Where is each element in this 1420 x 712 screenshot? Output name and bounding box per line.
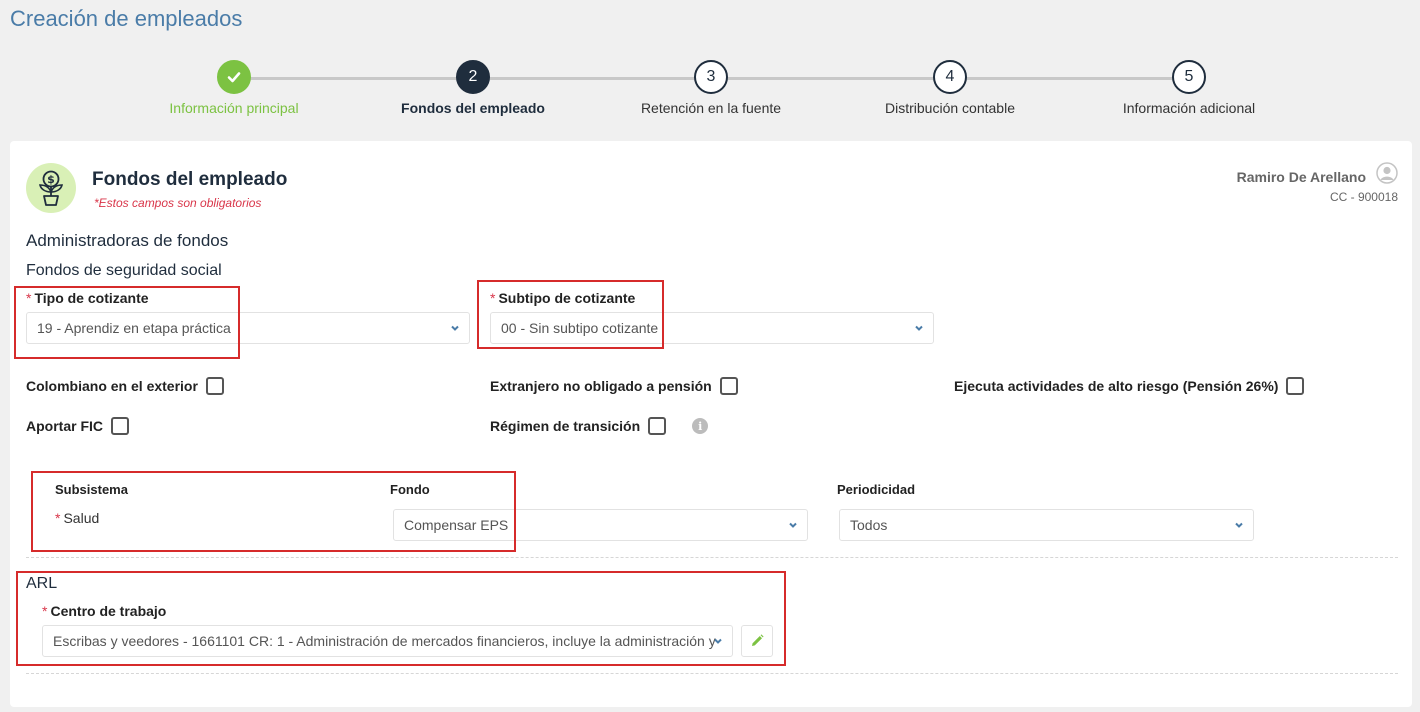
chevron-down-icon bbox=[1235, 522, 1243, 528]
centro-trabajo-value: Escribas y veedores - 1661101 CR: 1 - Ad… bbox=[53, 633, 716, 649]
header-subsistema: Subsistema bbox=[55, 482, 128, 497]
colombiano-exterior-row: Colombiano en el exterior bbox=[26, 377, 224, 395]
aportar-fic-checkbox[interactable] bbox=[111, 417, 129, 435]
step-2-label: Fondos del empleado bbox=[401, 100, 545, 116]
step-distribucion-contable[interactable]: 4 Distribución contable bbox=[830, 60, 1070, 116]
fondos-card: $ Fondos del empleado *Estos campos son … bbox=[10, 141, 1412, 707]
subtipo-cotizante-select[interactable]: 00 - Sin subtipo cotizante bbox=[490, 312, 934, 344]
section-divider bbox=[26, 557, 1398, 558]
alto-riesgo-row: Ejecuta actividades de alto riesgo (Pens… bbox=[954, 377, 1305, 395]
aportar-fic-row: Aportar FIC bbox=[26, 417, 129, 435]
user-document: CC - 900018 bbox=[1329, 190, 1398, 204]
header-fondo: Fondo bbox=[390, 482, 430, 497]
step-4-circle: 4 bbox=[933, 60, 967, 94]
required-fields-note: *Estos campos son obligatorios bbox=[94, 196, 262, 210]
periodicidad-salud-value: Todos bbox=[850, 517, 888, 533]
tipo-cotizante-value: 19 - Aprendiz en etapa práctica bbox=[37, 320, 231, 336]
user-name: Ramiro De Arellano bbox=[1236, 169, 1366, 185]
centro-trabajo-label: * Centro de trabajo bbox=[42, 603, 167, 619]
subtipo-cotizante-value: 00 - Sin subtipo cotizante bbox=[501, 320, 659, 336]
extranjero-pension-checkbox[interactable] bbox=[719, 377, 738, 395]
step-informacion-adicional[interactable]: 5 Información adicional bbox=[1069, 60, 1309, 116]
section-fondos-seguridad-social: Fondos de seguridad social bbox=[26, 262, 222, 279]
chevron-down-icon bbox=[451, 325, 459, 331]
user-avatar-icon bbox=[1376, 162, 1398, 184]
subsistema-salud: * Salud bbox=[55, 510, 100, 526]
info-icon[interactable]: i bbox=[692, 418, 709, 434]
centro-trabajo-select[interactable]: Escribas y veedores - 1661101 CR: 1 - Ad… bbox=[42, 625, 733, 657]
regimen-transicion-checkbox[interactable] bbox=[648, 417, 667, 435]
chevron-down-icon bbox=[789, 522, 797, 528]
card-title: Fondos del empleado bbox=[92, 169, 288, 190]
money-plant-icon: $ bbox=[26, 163, 76, 213]
svg-text:$: $ bbox=[47, 173, 55, 186]
section-divider-bottom bbox=[26, 673, 1398, 674]
section-arl: ARL bbox=[26, 575, 58, 592]
regimen-transicion-label: Régimen de transición bbox=[490, 418, 641, 434]
page-title: Creación de empleados bbox=[10, 6, 243, 31]
header-periodicidad: Periodicidad bbox=[837, 482, 916, 497]
chevron-down-icon bbox=[915, 325, 923, 331]
fondo-salud-select[interactable]: Compensar EPS bbox=[393, 509, 808, 541]
fondo-salud-value: Compensar EPS bbox=[404, 517, 509, 533]
step-3-circle: 3 bbox=[694, 60, 728, 94]
colombiano-exterior-checkbox[interactable] bbox=[205, 377, 224, 395]
extranjero-pension-label: Extranjero no obligado a pensión bbox=[490, 378, 712, 394]
aportar-fic-label: Aportar FIC bbox=[26, 418, 103, 434]
step-5-label: Información adicional bbox=[1122, 100, 1256, 116]
step-informacion-principal[interactable]: Información principal bbox=[114, 60, 354, 116]
alto-riesgo-label: Ejecuta actividades de alto riesgo (Pens… bbox=[954, 378, 1279, 394]
extranjero-pension-row: Extranjero no obligado a pensión bbox=[490, 377, 738, 395]
step-1-label: Información principal bbox=[169, 100, 299, 116]
step-5-circle: 5 bbox=[1172, 60, 1206, 94]
section-administradoras: Administradoras de fondos bbox=[26, 231, 229, 250]
stepper: Información principal 2 Fondos del emple… bbox=[0, 60, 1420, 120]
periodicidad-salud-select[interactable]: Todos bbox=[839, 509, 1254, 541]
subtipo-cotizante-label: * Subtipo de cotizante bbox=[490, 290, 636, 306]
chevron-down-icon bbox=[714, 638, 722, 644]
step-3-label: Retención en la fuente bbox=[640, 100, 782, 116]
step-fondos-del-empleado[interactable]: 2 Fondos del empleado bbox=[353, 60, 593, 116]
step-1-circle bbox=[217, 60, 251, 94]
regimen-transicion-row: Régimen de transición i bbox=[490, 417, 709, 435]
step-4-label: Distribución contable bbox=[885, 100, 1015, 116]
edit-centro-trabajo-button[interactable] bbox=[741, 625, 773, 657]
tipo-cotizante-label: * Tipo de cotizante bbox=[26, 290, 149, 306]
check-icon bbox=[227, 72, 241, 83]
colombiano-exterior-label: Colombiano en el exterior bbox=[26, 378, 198, 394]
step-retencion-en-la-fuente[interactable]: 3 Retención en la fuente bbox=[591, 60, 831, 116]
pencil-icon bbox=[752, 634, 764, 646]
tipo-cotizante-select[interactable]: 19 - Aprendiz en etapa práctica bbox=[26, 312, 470, 344]
step-2-circle: 2 bbox=[456, 60, 490, 94]
alto-riesgo-checkbox[interactable] bbox=[1286, 377, 1305, 395]
